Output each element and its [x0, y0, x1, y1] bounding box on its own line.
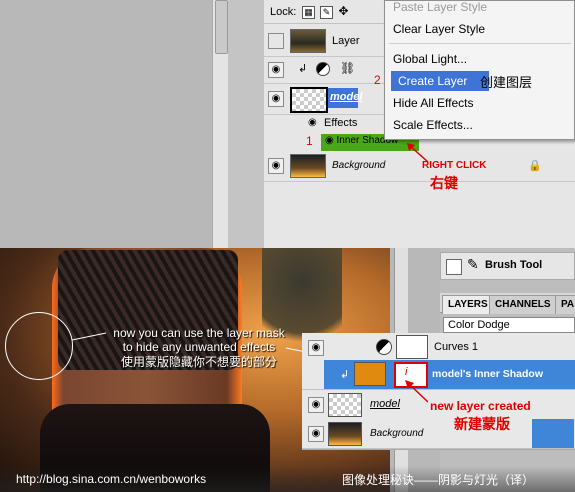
menu-item-paste-layer-style[interactable]: Paste Layer Style — [386, 0, 573, 17]
eye-icon[interactable]: ◉ — [308, 426, 324, 442]
canvas-scrollbar[interactable] — [212, 0, 228, 248]
menu-item-create-layer[interactable]: Create Layer — [391, 71, 489, 91]
panel-tabs: LAYERS CHANNELS PA — [440, 293, 575, 314]
menu-separator — [389, 43, 571, 44]
canvas-area-top — [0, 0, 212, 248]
mask-note-cn: 使用蒙版隐藏你不想要的部分 — [120, 355, 277, 369]
layer-thumbnail — [328, 422, 362, 446]
lock-transparent-icon[interactable]: ▦ — [302, 6, 315, 19]
eye-icon: ◉ — [325, 135, 337, 146]
lock-brush-icon[interactable]: ✎ — [320, 6, 333, 19]
eye-icon[interactable]: ◉ — [268, 158, 284, 174]
mask-note: now you can use the layer mask to hide a… — [104, 326, 294, 369]
layer-thumbnail — [290, 29, 326, 53]
row-gutter — [302, 360, 324, 389]
eye-icon[interactable]: ◉ — [308, 117, 317, 128]
layer-name: model's Inner Shadow — [432, 368, 544, 380]
mask-note-line2: to hide any unwanted effects — [122, 340, 276, 354]
eye-icon[interactable]: ◉ — [308, 397, 324, 413]
step-1-label: 1 — [306, 134, 313, 148]
footer-url: http://blog.sina.com.cn/wenboworks — [16, 472, 207, 486]
layer-name: model — [370, 398, 400, 410]
layer-name: Background — [332, 160, 386, 171]
menu-item-global-light[interactable]: Global Light... — [386, 49, 573, 69]
new-layer-note-cn: 新建蒙版 — [452, 414, 512, 434]
create-layer-cn-label: 创建图层 — [480, 75, 533, 90]
panel-gap — [228, 0, 264, 248]
layer-name: Background — [370, 428, 424, 439]
tab-layers[interactable]: LAYERS — [442, 295, 494, 314]
right-click-note: RIGHT CLICK — [422, 160, 487, 171]
blend-mode-select[interactable]: Color Dodge — [443, 317, 575, 333]
right-click-arrow — [407, 143, 429, 163]
adjustment-icon — [376, 339, 392, 355]
step-2-label: 2 — [374, 73, 381, 87]
link-arrow-icon: ↲ — [298, 63, 308, 75]
mask-note-line1: now you can use the layer mask — [113, 326, 285, 340]
menu-item-scale-effects[interactable]: Scale Effects... — [386, 115, 573, 135]
tool-preset-bar: ✎ Brush Tool — [440, 252, 575, 280]
layer-mask-thumbnail — [396, 335, 428, 359]
brush-tool-label[interactable]: Brush Tool — [485, 259, 542, 271]
lock-move-icon[interactable]: ✥ — [338, 5, 349, 17]
brush-icon: ✎ — [467, 256, 479, 272]
layer-name: Layer — [332, 35, 360, 47]
menu-item-hide-all-effects[interactable]: Hide All Effects — [386, 93, 573, 113]
scroll-thumb[interactable] — [215, 0, 228, 54]
mask-cursor-icon: i — [405, 366, 408, 378]
tab-paths[interactable]: PA — [555, 295, 575, 314]
layer-thumbnail — [290, 154, 326, 178]
swatch-icon[interactable] — [446, 259, 462, 275]
layer-row-background-bottom[interactable]: ◉ Background — [302, 419, 575, 449]
menu-item-clear-layer-style[interactable]: Clear Layer Style — [386, 19, 573, 39]
layer-name: Curves 1 — [434, 341, 479, 353]
layer-thumbnail — [354, 362, 386, 386]
clip-arrow-icon: ↲ — [340, 369, 350, 381]
layer-name: model — [328, 88, 362, 108]
new-layer-arrow — [405, 380, 429, 403]
lock-row: Lock: ▦ ✎ ✥ — [264, 0, 384, 24]
layer-thumbnail — [328, 393, 362, 417]
new-layer-note: new layer created — [428, 399, 533, 413]
eye-icon[interactable]: ◉ — [268, 62, 284, 78]
lock-label: Lock: — [270, 6, 297, 18]
eye-icon[interactable]: ◉ — [268, 91, 284, 107]
effects-label: Effects — [324, 117, 358, 129]
adjustment-icon — [316, 62, 330, 76]
layer-row-curves[interactable]: ◉ Curves 1 — [302, 333, 575, 363]
scroll-edge — [532, 419, 574, 448]
note-pointer-line — [72, 332, 106, 341]
tab-channels[interactable]: CHANNELS — [489, 295, 557, 314]
right-click-note-cn: 右键 — [430, 175, 458, 191]
layer-thumbnail — [290, 87, 328, 113]
footer-watermark: http://blog.sina.com.cn/wenboworks 图像处理秘… — [0, 466, 575, 492]
eye-icon[interactable]: ◉ — [308, 340, 324, 356]
highlight-circle — [5, 312, 73, 380]
lock-icon: 🔒 — [528, 160, 542, 172]
footer-title: 图像处理秘诀——阴影与灯光（译） — [342, 473, 535, 487]
visibility-toggle[interactable] — [268, 33, 284, 49]
context-menu: Paste Layer Style Clear Layer Style Glob… — [384, 0, 575, 140]
chain-icon: ⛓ — [340, 61, 356, 75]
layer-row-inner-shadow[interactable]: ↲ i model's Inner Shadow — [302, 360, 575, 390]
